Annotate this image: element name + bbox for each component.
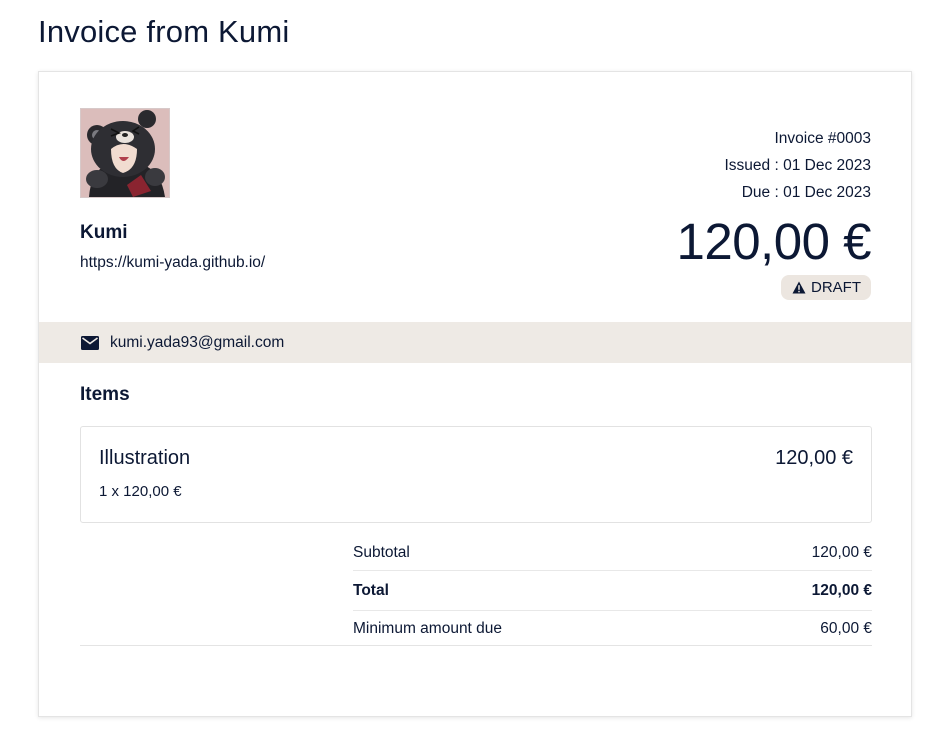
- total-row: Total 120,00 €: [353, 571, 872, 611]
- sender-website-link[interactable]: https://kumi-yada.github.io/: [80, 254, 265, 272]
- invoice-amount: 120,00 €: [676, 213, 871, 270]
- avatar-bear-illustration: [81, 109, 169, 197]
- divider: [80, 645, 872, 646]
- item-quantity: 1 x 120,00 €: [99, 483, 182, 500]
- minimum-due-label: Minimum amount due: [353, 620, 503, 637]
- subtotal-row: Subtotal 120,00 €: [353, 535, 872, 571]
- avatar: [80, 108, 170, 198]
- subtotal-label: Subtotal: [353, 543, 410, 561]
- subtotal-value: 120,00 €: [811, 543, 872, 561]
- invoice-card: Kumi https://kumi-yada.github.io/ Invoic…: [38, 71, 912, 717]
- page-title: Invoice from Kumi: [38, 14, 290, 49]
- due-date: Due : 01 Dec 2023: [741, 184, 871, 201]
- total-label: Total: [353, 581, 389, 599]
- warning-icon: [792, 281, 806, 294]
- issued-date: Issued : 01 Dec 2023: [724, 157, 872, 174]
- mail-icon: [81, 335, 99, 350]
- status-label: DRAFT: [811, 279, 861, 296]
- invoice-number: Invoice #0003: [774, 130, 871, 147]
- sender-email[interactable]: kumi.yada93@gmail.com: [110, 334, 284, 352]
- minimum-due-row: Minimum amount due 60,00 €: [353, 611, 872, 647]
- minimum-due-value: 60,00 €: [820, 620, 872, 637]
- list-item: Illustration 120,00 € 1 x 120,00 €: [80, 426, 872, 523]
- invoice-meta: Invoice #0003 Issued : 01 Dec 2023 Due :…: [725, 125, 872, 206]
- item-name: Illustration: [99, 447, 191, 469]
- totals-table: Subtotal 120,00 € Total 120,00 € Minimum…: [353, 535, 872, 647]
- contact-bar: kumi.yada93@gmail.com: [39, 322, 911, 363]
- items-heading: Items: [80, 384, 130, 405]
- total-value: 120,00 €: [811, 581, 872, 599]
- status-badge: DRAFT: [781, 275, 871, 300]
- sender-name: Kumi: [80, 222, 128, 243]
- item-price: 120,00 €: [775, 447, 853, 469]
